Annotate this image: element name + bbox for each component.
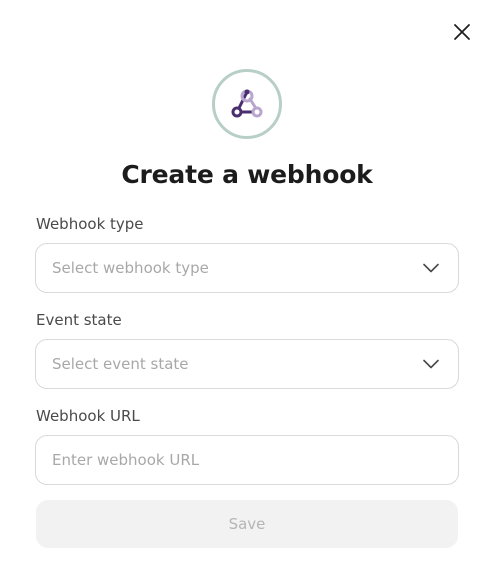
webhook-type-select[interactable]: Select webhook type: [35, 243, 459, 293]
chevron-down-icon: [422, 259, 440, 277]
create-webhook-dialog: Create a webhook Webhook type Select web…: [0, 0, 494, 581]
webhook-type-placeholder: Select webhook type: [52, 259, 209, 277]
event-state-placeholder: Select event state: [52, 355, 189, 373]
event-state-select[interactable]: Select event state: [35, 339, 459, 389]
webhook-logo: [212, 69, 282, 139]
close-icon: [454, 24, 470, 40]
save-button[interactable]: Save: [36, 500, 458, 548]
close-button[interactable]: [450, 20, 474, 44]
webhook-type-label: Webhook type: [36, 215, 144, 233]
webhook-url-field[interactable]: [35, 435, 459, 485]
webhook-url-input[interactable]: [52, 451, 442, 469]
webhook-url-label: Webhook URL: [36, 407, 140, 425]
event-state-label: Event state: [36, 311, 122, 329]
dialog-title: Create a webhook: [121, 160, 373, 189]
webhook-icon: [231, 89, 263, 118]
chevron-down-icon: [422, 355, 440, 373]
